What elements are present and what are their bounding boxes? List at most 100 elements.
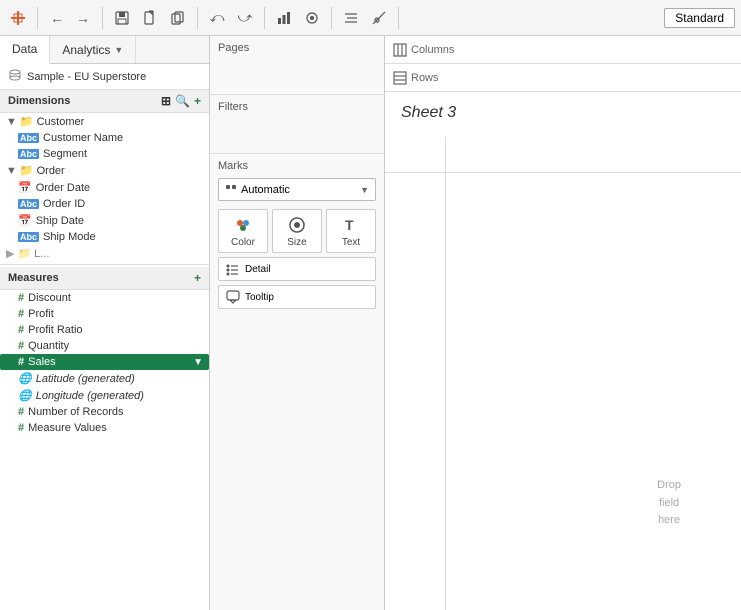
marks-section: Marks Automatic ▼ Color [210, 154, 384, 610]
hash-icon: # [18, 308, 24, 320]
tab-data[interactable]: Data [0, 36, 50, 64]
redo-icon[interactable]: ⤻ [233, 6, 257, 30]
nav-group: ← → [45, 6, 95, 30]
dropdown-arrow-icon[interactable]: ▼ [193, 357, 203, 368]
duplicate-icon[interactable] [166, 6, 190, 30]
middle-panel: Pages Filters Marks Automatic ▼ [210, 36, 385, 610]
new-icon[interactable] [138, 6, 162, 30]
globe-icon: 🌐 [18, 372, 32, 385]
group-location[interactable]: ▶ 📁 L... [0, 245, 209, 262]
measures-header: Measures + [0, 267, 209, 290]
main-container: Data Analytics ▼ Sample - EU Superstore … [0, 36, 741, 610]
chevron-down-icon: ▼ [6, 116, 17, 128]
undo-icon[interactable]: ⤺ [205, 6, 229, 30]
field-profit-ratio[interactable]: # Profit Ratio [0, 322, 209, 338]
size-label: Size [287, 237, 306, 248]
field-measure-values[interactable]: # Measure Values [0, 420, 209, 436]
analytics2-icon[interactable] [367, 6, 391, 30]
sheet-title: Sheet 3 [385, 92, 741, 130]
calendar-icon: 📅 [18, 181, 32, 194]
measures-divider [0, 264, 209, 265]
sep1 [37, 7, 38, 29]
group-order[interactable]: ▼ 📁 Order [0, 162, 209, 179]
dimensions-header: Dimensions ⊞ 🔍 + [0, 90, 209, 113]
hash-icon: # [18, 406, 24, 418]
filters-content [218, 117, 376, 147]
sep6 [398, 7, 399, 29]
abc-icon: Abc [18, 199, 39, 209]
globe-icon: 🌐 [18, 389, 32, 402]
data-source-row[interactable]: Sample - EU Superstore [0, 64, 209, 90]
tab-bar: Data Analytics ▼ [0, 36, 209, 64]
field-discount[interactable]: # Discount [0, 290, 209, 306]
calendar-icon: 📅 [18, 214, 32, 227]
chart-icon[interactable] [272, 6, 296, 30]
tab-dropdown-icon: ▼ [114, 45, 123, 55]
show-me-icon[interactable] [300, 6, 324, 30]
chevron-right-icon: ▶ [6, 247, 14, 260]
svg-text:T: T [345, 217, 354, 233]
field-longitude[interactable]: 🌐 Longitude (generated) [0, 387, 209, 404]
field-customer-name[interactable]: Abc Customer Name [0, 130, 209, 146]
folder-icon: 📁 [20, 115, 34, 128]
filters-label: Filters [218, 101, 376, 113]
format-icon[interactable] [339, 6, 363, 30]
tab-analytics[interactable]: Analytics ▼ [50, 36, 136, 63]
hash-icon: # [18, 422, 24, 434]
rows-shelf: Rows [385, 64, 741, 92]
database-icon [8, 68, 22, 85]
field-ship-mode[interactable]: Abc Ship Mode [0, 229, 209, 245]
save-icon[interactable] [110, 6, 134, 30]
field-order-id[interactable]: Abc Order ID [0, 196, 209, 212]
chevron-down-icon: ▼ [6, 165, 17, 177]
drop-field-hint: Drop field here [657, 477, 681, 530]
folder-icon: 📁 [17, 247, 31, 260]
field-quantity[interactable]: # Quantity [0, 338, 209, 354]
size-button[interactable]: Size [272, 209, 322, 253]
detail-button[interactable]: Detail [218, 257, 376, 281]
add-measure-icon[interactable]: + [194, 271, 201, 285]
abc-icon: Abc [18, 149, 39, 159]
hash-icon-selected: # [18, 356, 24, 368]
text-label: Text [342, 237, 360, 248]
sep5 [331, 7, 332, 29]
right-panel: Columns Rows Sheet 3 Drop field here [385, 36, 741, 610]
text-button[interactable]: T Text [326, 209, 376, 253]
add-dim-icon[interactable]: + [194, 94, 201, 108]
field-number-records[interactable]: # Number of Records [0, 404, 209, 420]
search-dim-icon[interactable]: 🔍 [175, 94, 190, 108]
grid-view-icon[interactable]: ⊞ [161, 94, 171, 108]
field-segment[interactable]: Abc Segment [0, 146, 209, 162]
hash-icon: # [18, 340, 24, 352]
pages-section: Pages [210, 36, 384, 95]
grid-line-vertical [445, 137, 446, 610]
abc-icon: Abc [18, 133, 39, 143]
field-ship-date[interactable]: 📅 Ship Date [0, 212, 209, 229]
sep3 [197, 7, 198, 29]
back-icon[interactable]: ← [45, 6, 69, 30]
detail-label: Detail [245, 264, 271, 275]
marks-dropdown-arrow: ▼ [360, 185, 369, 195]
color-label: Color [231, 237, 255, 248]
marks-buttons-grid: Color Size T Text [218, 209, 376, 253]
pages-content [218, 58, 376, 88]
marks-type-dropdown[interactable]: Automatic ▼ [218, 178, 376, 201]
group-customer[interactable]: ▼ 📁 Customer [0, 113, 209, 130]
tooltip-button[interactable]: Tooltip [218, 285, 376, 309]
filters-section: Filters [210, 95, 384, 154]
standard-button[interactable]: Standard [664, 8, 735, 28]
field-profit[interactable]: # Profit [0, 306, 209, 322]
forward-icon[interactable]: → [71, 6, 95, 30]
toolbar: ← → ⤺ ⤻ Standard [0, 0, 741, 36]
grid-line-horizontal [385, 172, 741, 173]
tooltip-label: Tooltip [245, 292, 274, 303]
columns-label: Columns [393, 43, 454, 57]
marks-type-label: Automatic [241, 184, 356, 196]
field-order-date[interactable]: 📅 Order Date [0, 179, 209, 196]
color-button[interactable]: Color [218, 209, 268, 253]
field-list: ▼ 📁 Customer Abc Customer Name Abc Segme… [0, 113, 209, 610]
tableau-logo-icon[interactable] [6, 6, 30, 30]
field-sales[interactable]: # Sales ▼ [0, 354, 209, 370]
field-latitude[interactable]: 🌐 Latitude (generated) [0, 370, 209, 387]
canvas-area: Sheet 3 Drop field here [385, 92, 741, 610]
